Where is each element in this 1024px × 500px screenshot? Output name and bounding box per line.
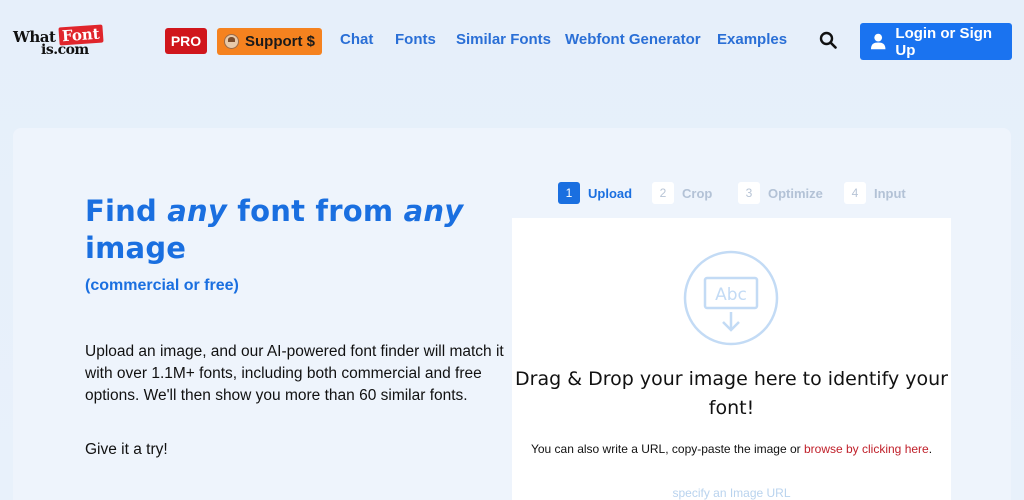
hero-title: Find any font from any image (85, 193, 505, 267)
hero-title-em2: any (403, 194, 464, 228)
image-url-input[interactable]: specify an Image URL (512, 486, 951, 500)
site-header: What Font is.com PRO Support $ Chat Font… (0, 0, 1024, 80)
step-number: 3 (738, 182, 760, 204)
step-label: Input (874, 185, 906, 201)
hero-try-text: Give it a try! (85, 441, 168, 458)
step-label: Crop (682, 185, 713, 201)
pro-button[interactable]: PRO (165, 28, 207, 54)
logo[interactable]: What Font is.com (13, 24, 107, 60)
search-icon[interactable] (819, 31, 837, 49)
hero-description: Upload an image, and our AI-powered font… (85, 343, 504, 404)
step-crop: 2 Crop (652, 182, 712, 204)
login-label: Login or Sign Up (895, 24, 993, 59)
upload-icon-text: Abc (715, 285, 747, 305)
login-signup-button[interactable]: Login or Sign Up (860, 23, 1012, 60)
dropzone-alt-text: You can also write a URL, copy-paste the… (512, 442, 951, 456)
dropzone-alt-prefix: You can also write a URL, copy-paste the… (530, 442, 804, 456)
step-number: 2 (652, 182, 674, 204)
hero-subtitle: (commercial or free) (85, 277, 239, 294)
nav-similar-fonts[interactable]: Similar Fonts (456, 31, 551, 48)
nav-webfont-generator[interactable]: Webfont Generator (565, 31, 701, 48)
step-optimize: 3 Optimize (738, 182, 823, 204)
hero-title-em1: any (167, 194, 227, 228)
upload-image-icon[interactable]: Abc (683, 250, 779, 346)
nav-chat[interactable]: Chat (340, 31, 373, 48)
step-input: 4 Input (844, 182, 906, 204)
step-label: Optimize (768, 185, 823, 201)
step-number: 1 (558, 182, 580, 204)
support-button[interactable]: Support $ (217, 28, 322, 55)
step-label: Upload (588, 185, 633, 201)
hero-title-part2: font from (226, 194, 404, 228)
hero-title-part1: Find (85, 194, 168, 228)
step-upload: 1 Upload (558, 182, 632, 204)
nav-fonts[interactable]: Fonts (395, 31, 436, 48)
hero-title-part3: image (85, 231, 187, 265)
logo-is-text: is.com (41, 42, 89, 58)
dropzone-alt-end: . (928, 442, 933, 456)
user-icon (870, 33, 886, 50)
support-label: Support $ (245, 33, 315, 50)
step-number: 4 (844, 182, 866, 204)
dropzone-main-text: Drag & Drop your image here to identify … (515, 368, 948, 419)
browse-link[interactable]: browse by clicking here (804, 442, 929, 456)
support-avatar-icon (224, 34, 239, 49)
nav-examples[interactable]: Examples (717, 31, 787, 48)
